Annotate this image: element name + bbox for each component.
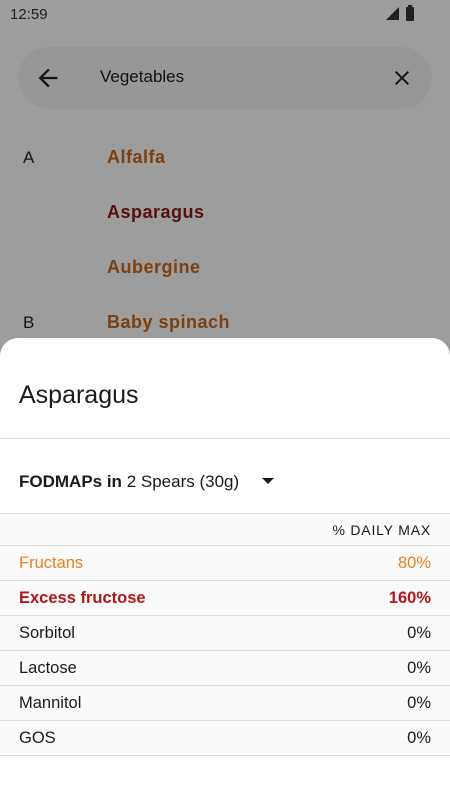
fodmap-name: Lactose bbox=[19, 659, 77, 677]
sheet-title: Asparagus bbox=[19, 381, 139, 409]
table-row: Mannitol 0% bbox=[0, 686, 450, 721]
fodmap-value: 160% bbox=[388, 589, 431, 607]
table-row: Excess fructose 160% bbox=[0, 581, 450, 616]
serving-label: FODMAPs in bbox=[19, 472, 122, 491]
divider bbox=[0, 438, 450, 439]
fodmap-name: Sorbitol bbox=[19, 624, 75, 642]
serving-size-selector[interactable]: FODMAPs in 2 Spears (30g) bbox=[19, 472, 274, 492]
dropdown-arrow-icon[interactable] bbox=[261, 478, 274, 484]
table-row: Fructans 80% bbox=[0, 546, 450, 581]
table-row: Lactose 0% bbox=[0, 651, 450, 686]
table-row: GOS 0% bbox=[0, 721, 450, 756]
column-header: % DAILY MAX bbox=[332, 522, 431, 538]
table-header: % DAILY MAX bbox=[0, 514, 450, 546]
fodmap-value: 0% bbox=[407, 624, 431, 642]
table-row: Sorbitol 0% bbox=[0, 616, 450, 651]
fodmap-value: 0% bbox=[407, 659, 431, 677]
fodmap-name: Excess fructose bbox=[19, 589, 146, 607]
fodmap-value: 80% bbox=[397, 554, 431, 572]
fodmap-name: Fructans bbox=[19, 554, 84, 572]
fodmap-name: Mannitol bbox=[19, 694, 82, 712]
fodmap-name: GOS bbox=[19, 729, 56, 747]
serving-value: 2 Spears (30g) bbox=[126, 472, 240, 491]
fodmap-value: 0% bbox=[407, 729, 431, 747]
fodmap-table: % DAILY MAX Fructans 80% Excess fructose… bbox=[0, 513, 450, 756]
fodmap-value: 0% bbox=[407, 694, 431, 712]
fodmap-bottom-sheet: Asparagus FODMAPs in 2 Spears (30g) % DA… bbox=[0, 338, 450, 800]
